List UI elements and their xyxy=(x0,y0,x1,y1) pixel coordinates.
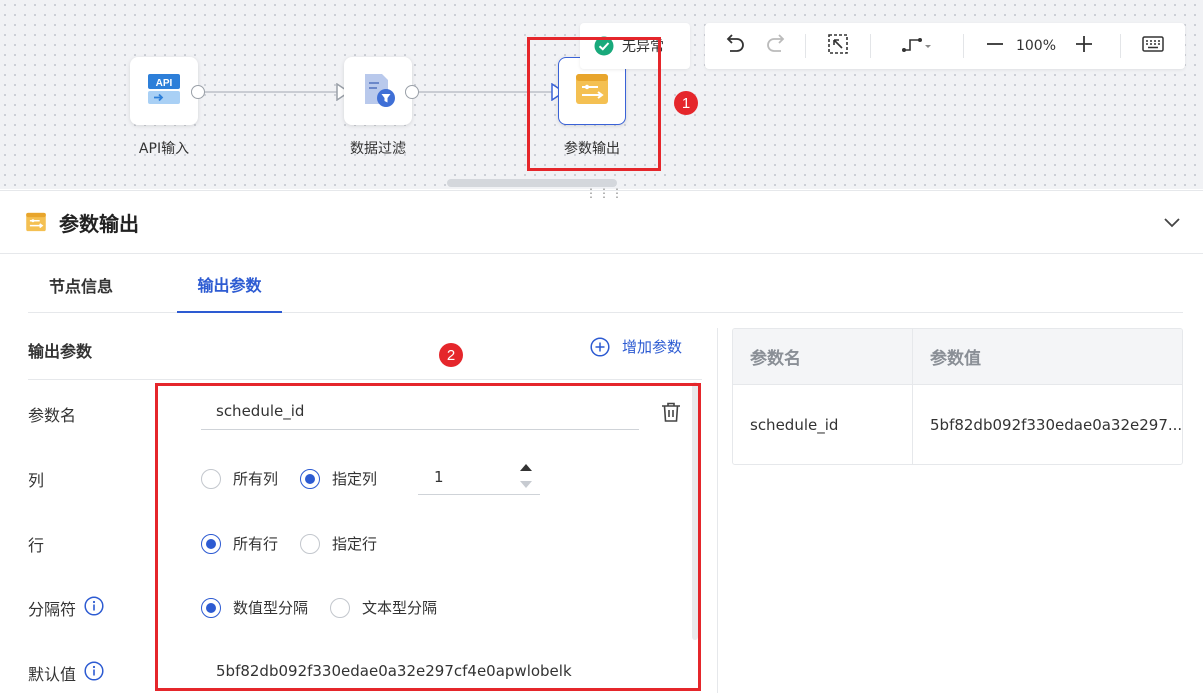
param-name-label: 参数名 xyxy=(28,406,77,425)
edge-api-filter xyxy=(198,91,343,93)
connector-icon xyxy=(900,34,934,58)
radio-circle xyxy=(330,597,351,618)
add-param-label: 增加参数 xyxy=(622,338,683,356)
undo-button[interactable] xyxy=(705,23,763,69)
panel-header: 参数输出 xyxy=(0,190,1203,254)
chevron-down-icon xyxy=(1163,213,1181,232)
panel-title: 参数输出 xyxy=(59,211,139,236)
collapse-panel-button[interactable] xyxy=(1163,213,1181,232)
radio-specified-column[interactable]: 指定列 xyxy=(300,468,377,489)
separator-label-row: 分隔符 xyxy=(28,596,104,620)
radio-label: 所有列 xyxy=(233,470,279,488)
node-data-filter[interactable] xyxy=(344,57,412,125)
validation-status-text: 无异常 xyxy=(622,39,664,55)
radio-circle xyxy=(300,533,321,554)
redo-icon xyxy=(766,34,788,58)
radio-all-rows[interactable]: 所有行 xyxy=(201,533,278,554)
info-icon[interactable] xyxy=(84,596,104,620)
form-scrollbar[interactable] xyxy=(692,382,698,640)
param-output-icon xyxy=(574,71,610,111)
row-label: 行 xyxy=(28,536,45,555)
separator-label: 分隔符 xyxy=(28,600,77,619)
radio-text-separator[interactable]: 文本型分隔 xyxy=(330,597,437,618)
plus-icon xyxy=(1075,35,1093,57)
canvas-toolbar: 100% xyxy=(705,23,1185,69)
annotation-marker-1: 1 xyxy=(674,91,698,115)
keyboard-icon xyxy=(1142,36,1164,56)
panel-vertical-divider xyxy=(717,328,718,693)
table-header-cell: 参数值 xyxy=(930,349,981,369)
radio-numeric-separator[interactable]: 数值型分隔 xyxy=(201,597,308,618)
tab-output-params[interactable]: 输出参数 xyxy=(177,256,282,313)
node-label-api-input: API输入 xyxy=(138,141,190,157)
panel-tabs: 节点信息 输出参数 xyxy=(28,256,1183,313)
section-title: 输出参数 xyxy=(28,342,93,361)
param-preview-table: 参数名 参数值 schedule_id 5bf82db092f330edae0a… xyxy=(732,328,1183,465)
tab-node-info[interactable]: 节点信息 xyxy=(28,256,134,313)
column-radio-group: 所有列 指定列 xyxy=(201,468,399,489)
radio-label: 所有行 xyxy=(233,535,279,553)
table-row: schedule_id 5bf82db092f330edae0a32e297..… xyxy=(733,385,1182,464)
edge-filter-output xyxy=(412,91,558,93)
stepper-down-icon xyxy=(520,481,532,488)
param-output-icon xyxy=(25,211,47,233)
radio-label: 指定行 xyxy=(332,535,378,553)
node-label-param-output: 参数输出 xyxy=(564,141,620,157)
data-filter-icon xyxy=(360,71,396,111)
table-cell: schedule_id xyxy=(733,385,913,464)
zoom-in-button[interactable] xyxy=(1066,23,1102,69)
param-name-input[interactable]: schedule_id xyxy=(201,394,639,430)
api-input-icon: API xyxy=(146,71,182,111)
annotation-marker-2: 2 xyxy=(439,343,463,367)
fit-view-button[interactable] xyxy=(806,23,870,69)
radio-circle-checked xyxy=(201,597,221,618)
node-api-output-port[interactable] xyxy=(191,85,205,99)
node-api-input[interactable]: API xyxy=(130,57,198,125)
table-header: 参数名 参数值 xyxy=(733,329,1182,385)
radio-circle-checked xyxy=(300,468,321,489)
row-radio-group: 所有行 指定行 xyxy=(201,533,399,554)
radio-circle xyxy=(201,468,221,489)
minus-icon xyxy=(986,35,1004,57)
flow-canvas[interactable]: API API输入 数据过滤 参数输出 无异常 100% xyxy=(0,0,1203,189)
fit-view-icon xyxy=(827,33,849,59)
default-value-input[interactable]: 5bf82db092f330edae0a32e297cf4e0apwlobelk xyxy=(216,662,572,680)
default-label: 默认值 xyxy=(28,665,77,684)
column-stepper[interactable] xyxy=(518,461,534,493)
node-filter-output-port[interactable] xyxy=(405,85,419,99)
keyboard-shortcuts-button[interactable] xyxy=(1121,23,1185,69)
radio-label: 文本型分隔 xyxy=(362,599,438,617)
redo-button[interactable] xyxy=(763,23,791,69)
table-cell: 5bf82db092f330edae0a32e297... xyxy=(930,416,1182,434)
svg-text:API: API xyxy=(156,78,173,89)
node-label-data-filter: 数据过滤 xyxy=(350,141,406,157)
table-header-cell: 参数名 xyxy=(733,329,913,384)
radio-label: 数值型分隔 xyxy=(233,599,309,617)
radio-specified-row[interactable]: 指定行 xyxy=(300,533,377,554)
radio-circle-checked xyxy=(201,533,221,554)
radio-all-columns[interactable]: 所有列 xyxy=(201,468,278,489)
stepper-up-icon xyxy=(520,464,532,471)
radio-label: 指定列 xyxy=(332,470,378,488)
info-icon[interactable] xyxy=(84,661,104,685)
undo-icon xyxy=(723,34,745,58)
plus-circle-icon xyxy=(590,336,610,357)
delete-param-button[interactable] xyxy=(660,401,682,427)
default-label-row: 默认值 xyxy=(28,661,104,685)
trash-icon xyxy=(660,402,682,427)
zoom-level: 100% xyxy=(1015,38,1057,54)
section-divider xyxy=(28,379,702,380)
check-circle-icon xyxy=(594,36,614,56)
add-param-button[interactable]: 增加参数 xyxy=(590,336,682,357)
column-label: 列 xyxy=(28,471,45,490)
edge-style-dropdown[interactable] xyxy=(871,23,963,69)
separator-radio-group: 数值型分隔 文本型分隔 xyxy=(201,597,459,618)
validation-status: 无异常 xyxy=(580,23,690,69)
